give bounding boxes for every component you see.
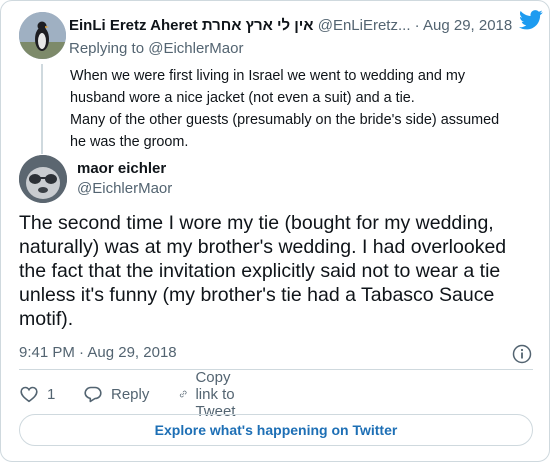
twitter-bird-icon[interactable] — [519, 10, 543, 30]
replying-handle[interactable]: @EichlerMaor — [148, 40, 243, 57]
main-text-line: unless it's funny (my brother's tie had … — [19, 284, 495, 306]
main-text-line: motif). — [19, 308, 74, 330]
like-count: 1 — [47, 385, 56, 403]
explore-label: Explore what's happening on Twitter — [154, 422, 398, 438]
heart-icon — [20, 386, 38, 403]
main-text-line: naturally) was at my brother's wedding. … — [19, 236, 507, 258]
reply-tweet-text: When we were first living in Israel we w… — [70, 65, 510, 153]
reply-label: Reply — [111, 385, 150, 403]
replying-prefix: Replying to — [69, 40, 145, 57]
timestamp-separator: · — [79, 344, 85, 361]
replying-to: Replying to @EichlerMaor — [69, 40, 243, 57]
main-text-line: The second time I wore my tie (bought fo… — [19, 212, 494, 234]
reply-author-avatar[interactable] — [19, 12, 66, 59]
reply-text-line: husband wore a nice jacket (not even a s… — [70, 90, 415, 106]
main-text-line: the fact that the invitation explicitly … — [19, 260, 501, 282]
reply-display-name[interactable]: EinLi Eretz Aheret אין לי ארץ אחרת — [69, 17, 314, 34]
explore-twitter-button[interactable]: Explore what's happening on Twitter — [19, 414, 533, 446]
tweet-embed-card: EinLi Eretz Aheret אין לי ארץ אחרת @EnLi… — [0, 0, 550, 462]
info-icon[interactable] — [512, 344, 532, 364]
reply-text-line: he was the groom. — [70, 134, 189, 150]
reply-separator: · — [414, 17, 420, 34]
tweet-date: Aug 29, 2018 — [87, 344, 177, 361]
main-tweet-text: The second time I wore my tie (bought fo… — [19, 211, 534, 331]
copy-link-label: Copy link to Tweet — [195, 368, 236, 420]
main-author-avatar[interactable] — [19, 155, 67, 203]
like-button[interactable]: 1 — [19, 381, 55, 407]
main-handle[interactable]: @EichlerMaor — [77, 180, 172, 197]
reply-icon — [84, 386, 102, 403]
reply-text-line: When we were first living in Israel we w… — [70, 68, 466, 84]
reply-handle[interactable]: @EnLiEretz... — [318, 17, 411, 34]
divider — [19, 369, 533, 370]
copy-link-button[interactable]: Copy link to Tweet — [179, 369, 247, 420]
reply-button[interactable]: Reply — [83, 381, 149, 407]
link-icon — [179, 390, 187, 398]
main-display-name[interactable]: maor eichler — [77, 160, 166, 177]
reply-date[interactable]: Aug 29, 2018 — [423, 17, 512, 34]
thread-line — [41, 64, 43, 154]
reply-header: EinLi Eretz Aheret אין לי ארץ אחרת @EnLi… — [69, 17, 539, 37]
tweet-time: 9:41 PM — [19, 344, 75, 361]
reply-text-line: Many of the other guests (presumably on … — [70, 112, 500, 128]
tweet-timestamp[interactable]: 9:41 PM · Aug 29, 2018 — [19, 344, 177, 361]
